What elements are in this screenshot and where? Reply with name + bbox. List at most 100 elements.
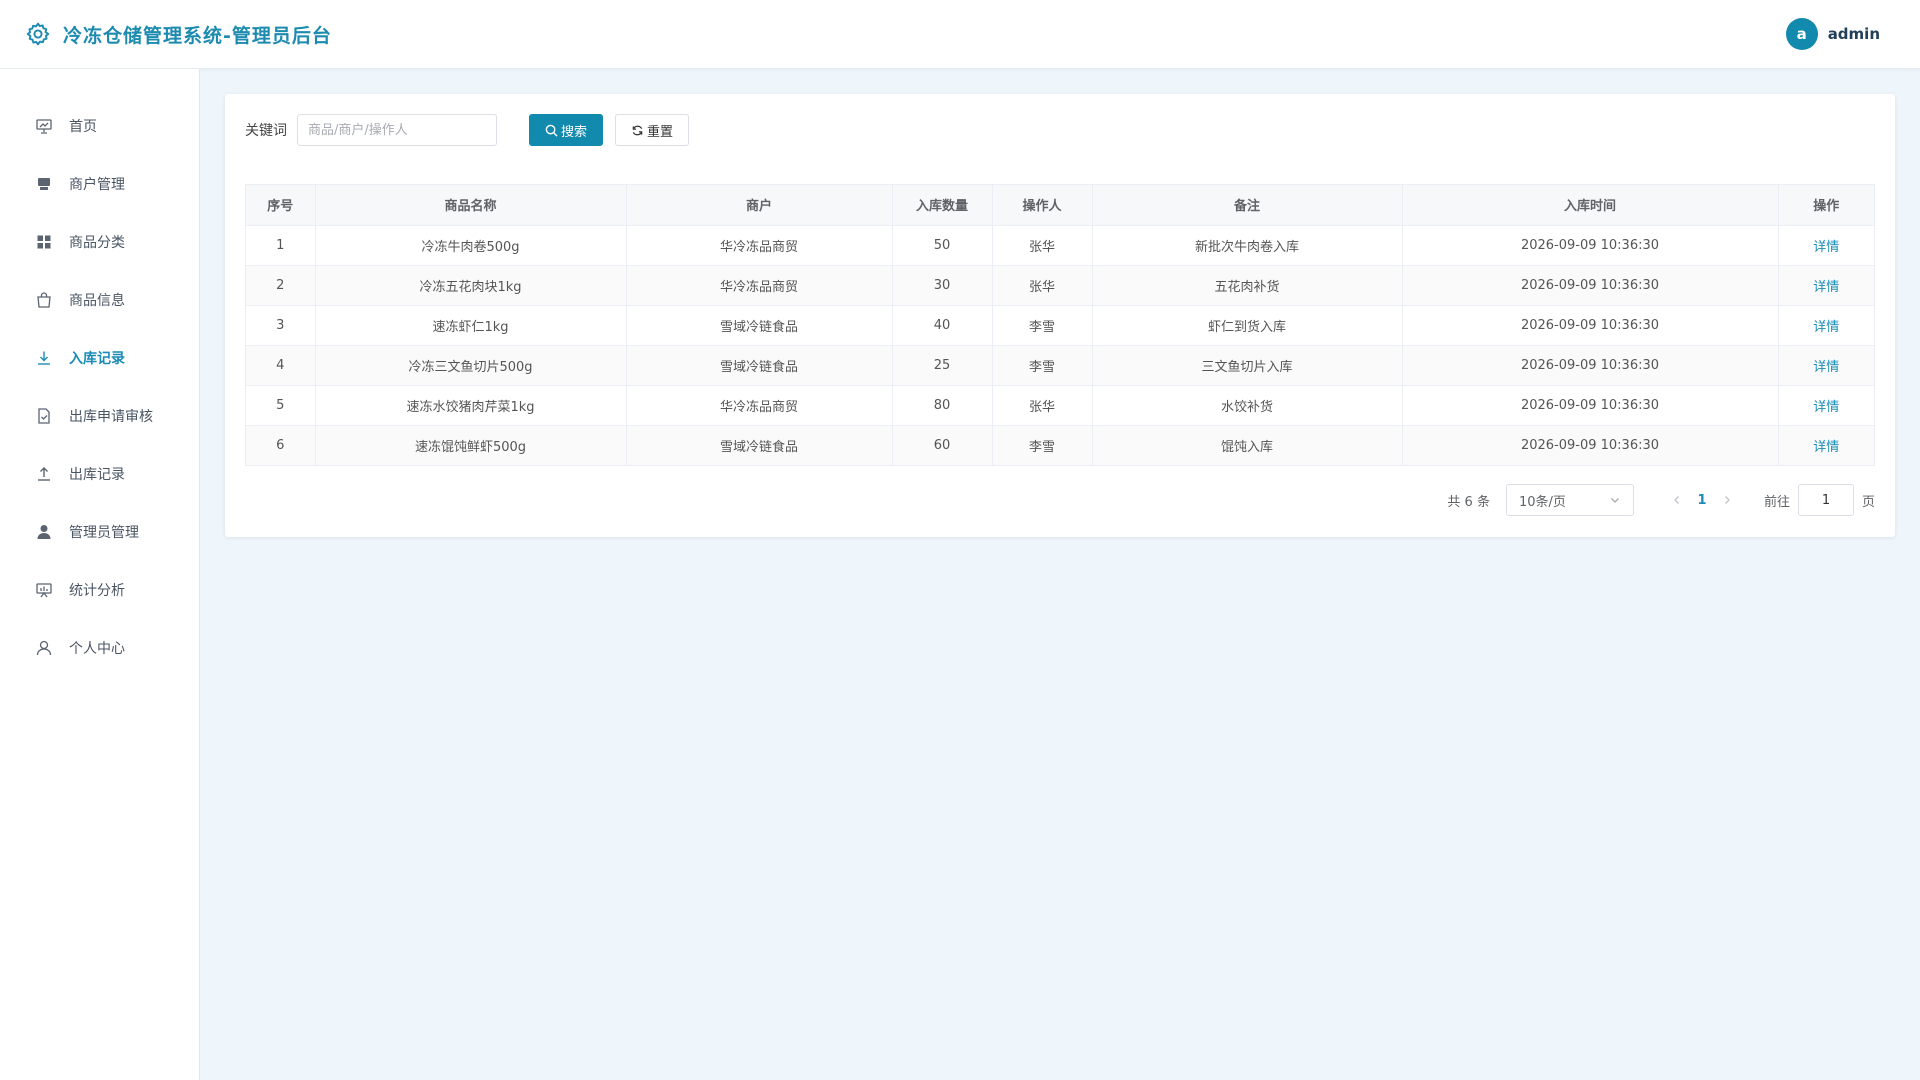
- cell-time: 2026-09-09 10:36:30: [1402, 225, 1779, 266]
- cell-time: 2026-09-09 10:36:30: [1402, 385, 1779, 426]
- keyword-input[interactable]: [297, 114, 497, 146]
- cell-operator: 李雪: [992, 345, 1093, 386]
- cell-remark: 虾仁到货入库: [1092, 305, 1403, 346]
- goto-page-input[interactable]: [1797, 484, 1854, 516]
- user-menu[interactable]: a admin: [1785, 18, 1880, 50]
- sidebar-item-outbound-records[interactable]: 出库记录: [0, 445, 199, 503]
- sidebar-item-outbound-review[interactable]: 出库申请审核: [0, 387, 199, 445]
- cell-product: 速冻水饺猪肉芹菜1kg: [315, 385, 627, 426]
- cell-index: 4: [246, 345, 316, 386]
- page-unit-label: 页: [1861, 494, 1875, 510]
- cell-remark: 水饺补货: [1092, 385, 1403, 426]
- document-check-icon: [35, 407, 53, 425]
- page-size-select[interactable]: 10条/页: [1505, 484, 1634, 516]
- reset-button[interactable]: 重置: [615, 114, 690, 146]
- table-row: 1 冷冻牛肉卷500g 华冷冻品商贸 50 张华 新批次牛肉卷入库 2026-0…: [246, 225, 1874, 266]
- inbound-records-table: 序号 商品名称 商户 入库数量 操作人 备注 入库时间 操作 1 冷冻牛肉卷50…: [245, 184, 1875, 466]
- reset-button-label: 重置: [647, 124, 674, 140]
- sidebar-item-categories[interactable]: 商品分类: [0, 213, 199, 271]
- cell-quantity: 30: [892, 265, 993, 306]
- cell-index: 2: [246, 265, 316, 306]
- cell-product: 速冻虾仁1kg: [315, 305, 627, 346]
- shopping-bag-icon: [35, 291, 53, 309]
- sidebar-item-home[interactable]: 首页: [0, 97, 199, 155]
- sidebar-item-admin-management[interactable]: 管理员管理: [0, 503, 199, 561]
- pagination-total: 共 6 条: [1447, 494, 1490, 510]
- chevron-down-icon: [1609, 494, 1621, 506]
- avatar[interactable]: a: [1785, 18, 1818, 50]
- keyword-label: 关键词: [245, 123, 287, 139]
- pagination: 共 6 条 10条/页 1 前往 页: [245, 484, 1875, 516]
- cell-merchant: 雪域冷链食品: [626, 345, 893, 386]
- cell-quantity: 40: [892, 305, 993, 346]
- brand: 冷冻仓储管理系统-管理员后台: [25, 21, 332, 48]
- refresh-icon: [631, 124, 644, 137]
- detail-link[interactable]: 详情: [1813, 240, 1839, 255]
- sidebar-item-label: 商户管理: [69, 177, 125, 193]
- col-header-quantity: 入库数量: [892, 185, 993, 226]
- detail-link[interactable]: 详情: [1813, 320, 1839, 335]
- search-button[interactable]: 搜索: [529, 114, 604, 146]
- sidebar-item-inbound-records[interactable]: 入库记录: [0, 329, 199, 387]
- prev-page-icon[interactable]: [1670, 493, 1684, 507]
- content-card: 关键词 搜索 重置: [225, 94, 1895, 537]
- sidebar-item-label: 商品分类: [69, 235, 125, 251]
- cell-remark: 馄饨入库: [1092, 425, 1403, 465]
- cell-remark: 五花肉补货: [1092, 265, 1403, 306]
- upload-icon: [35, 465, 53, 483]
- sidebar-item-label: 统计分析: [69, 583, 125, 599]
- cell-time: 2026-09-09 10:36:30: [1402, 345, 1779, 386]
- cell-action: 详情: [1778, 345, 1874, 386]
- detail-link[interactable]: 详情: [1813, 400, 1839, 415]
- app-title: 冷冻仓储管理系统-管理员后台: [63, 24, 332, 47]
- cell-product: 冷冻牛肉卷500g: [315, 225, 627, 266]
- cell-remark: 三文鱼切片入库: [1092, 345, 1403, 386]
- search-button-label: 搜索: [561, 124, 588, 140]
- sidebar-item-label: 出库申请审核: [69, 409, 153, 425]
- table-row: 3 速冻虾仁1kg 雪域冷链食品 40 李雪 虾仁到货入库 2026-09-09…: [246, 305, 1874, 346]
- cell-time: 2026-09-09 10:36:30: [1402, 265, 1779, 306]
- cell-merchant: 华冷冻品商贸: [626, 265, 893, 306]
- sidebar-item-label: 入库记录: [69, 351, 125, 367]
- table-row: 2 冷冻五花肉块1kg 华冷冻品商贸 30 张华 五花肉补货 2026-09-0…: [246, 265, 1874, 306]
- sidebar-item-merchants[interactable]: 商户管理: [0, 155, 199, 213]
- detail-link[interactable]: 详情: [1813, 440, 1839, 455]
- detail-link[interactable]: 详情: [1813, 360, 1839, 375]
- cell-merchant: 华冷冻品商贸: [626, 385, 893, 426]
- cell-index: 6: [246, 425, 316, 465]
- cell-index: 5: [246, 385, 316, 426]
- sidebar-item-profile[interactable]: 个人中心: [0, 619, 199, 677]
- cell-operator: 张华: [992, 265, 1093, 306]
- chart-board-icon: [35, 581, 53, 599]
- table-row: 6 速冻馄饨鲜虾500g 雪域冷链食品 60 李雪 馄饨入库 2026-09-0…: [246, 425, 1874, 465]
- table-header-row: 序号 商品名称 商户 入库数量 操作人 备注 入库时间 操作: [246, 185, 1874, 226]
- cell-action: 详情: [1778, 305, 1874, 346]
- page-size-value: 10条/页: [1518, 494, 1566, 510]
- sidebar-item-label: 出库记录: [69, 467, 125, 483]
- sidebar-item-statistics[interactable]: 统计分析: [0, 561, 199, 619]
- cell-quantity: 25: [892, 345, 993, 386]
- sidebar-item-label: 首页: [69, 119, 97, 135]
- col-header-operator: 操作人: [992, 185, 1093, 226]
- cell-product: 冷冻三文鱼切片500g: [315, 345, 627, 386]
- cell-time: 2026-09-09 10:36:30: [1402, 305, 1779, 346]
- sidebar-item-products[interactable]: 商品信息: [0, 271, 199, 329]
- detail-link[interactable]: 详情: [1813, 280, 1839, 295]
- cell-time: 2026-09-09 10:36:30: [1402, 425, 1779, 465]
- next-page-icon[interactable]: [1720, 493, 1734, 507]
- page-number-current[interactable]: 1: [1696, 493, 1708, 508]
- sidebar-item-label: 商品信息: [69, 293, 125, 309]
- cell-action: 详情: [1778, 425, 1874, 465]
- cell-index: 1: [246, 225, 316, 266]
- gear-icon: [25, 21, 51, 47]
- cell-merchant: 雪域冷链食品: [626, 425, 893, 465]
- search-bar: 关键词 搜索 重置: [245, 114, 1875, 146]
- col-header-merchant: 商户: [626, 185, 893, 226]
- grid-icon: [35, 233, 53, 251]
- cell-quantity: 50: [892, 225, 993, 266]
- user-filled-icon: [35, 523, 53, 541]
- download-icon: [35, 349, 53, 367]
- username[interactable]: admin: [1828, 25, 1880, 43]
- cell-action: 详情: [1778, 385, 1874, 426]
- col-header-product: 商品名称: [315, 185, 627, 226]
